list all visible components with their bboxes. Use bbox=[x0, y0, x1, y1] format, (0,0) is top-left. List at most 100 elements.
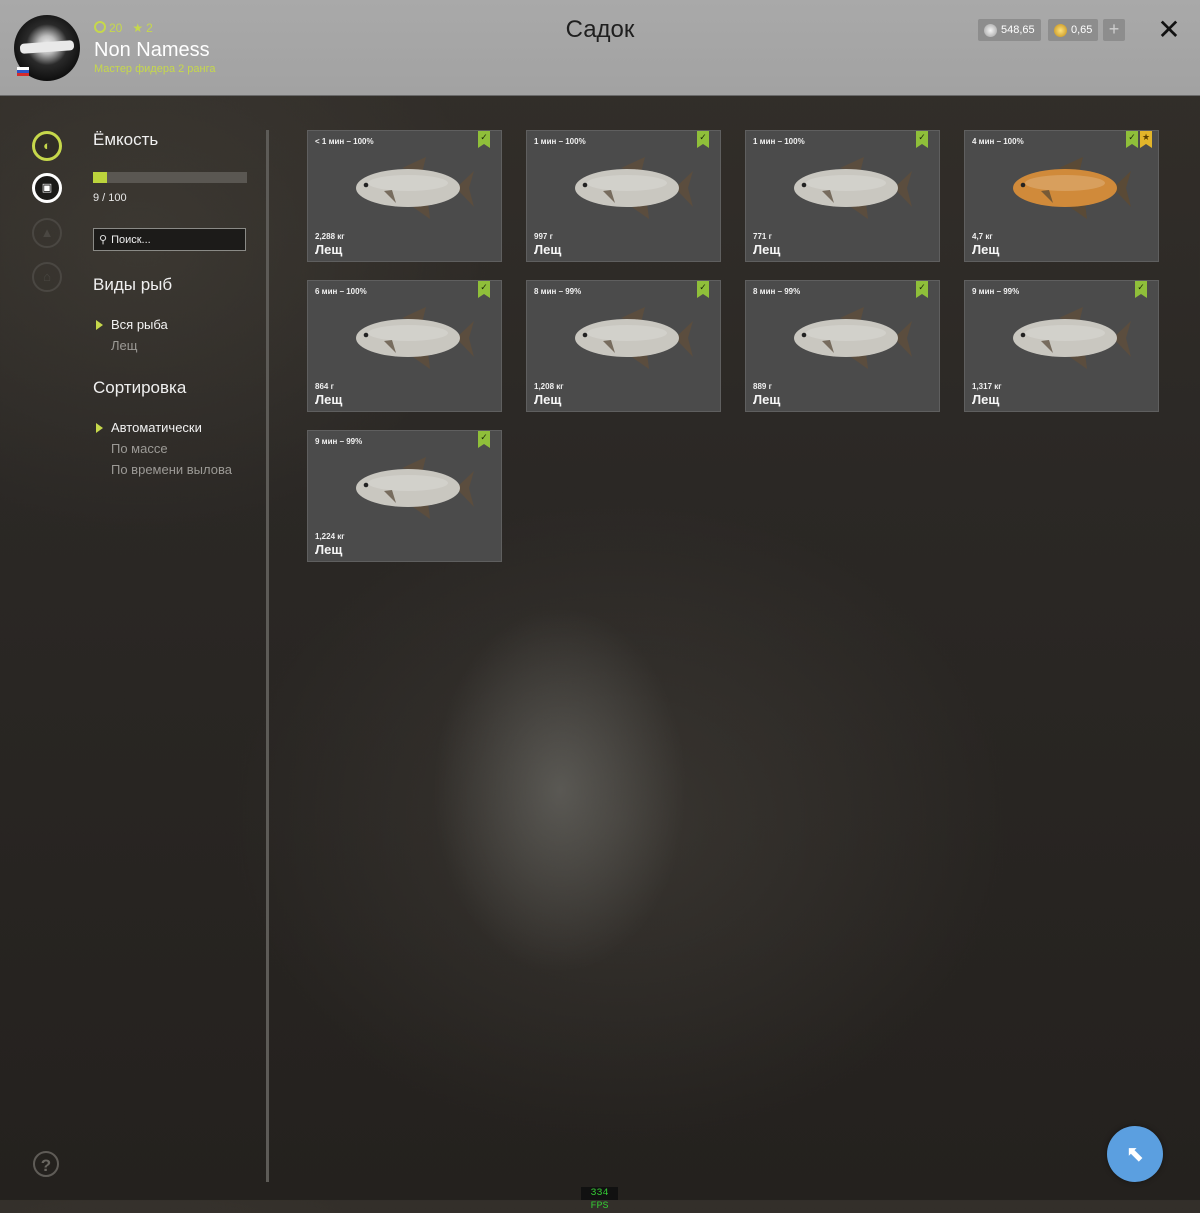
fish-name: Лещ bbox=[534, 242, 562, 257]
fish-weight: 771 г bbox=[753, 232, 772, 241]
silver-value: 548,65 bbox=[1001, 24, 1035, 36]
russia-flag-icon bbox=[17, 67, 29, 76]
gold-coin-icon bbox=[1054, 23, 1067, 37]
fish-name: Лещ bbox=[315, 242, 343, 257]
fish-weight: 889 г bbox=[753, 382, 772, 391]
fish-name: Лещ bbox=[315, 542, 343, 557]
fish-catch-time: 1 мин – 100% bbox=[534, 137, 586, 146]
fish-card[interactable]: < 1 мин – 100% 2,288 кг Лещ ✓ bbox=[307, 130, 502, 262]
close-button[interactable]: ✕ bbox=[1156, 16, 1182, 44]
check-icon: ✓ bbox=[918, 282, 926, 292]
trophy-badge: ★ bbox=[1140, 131, 1152, 148]
fish-catch-time: 9 мин – 99% bbox=[972, 287, 1020, 296]
check-icon: ✓ bbox=[699, 132, 707, 142]
bream-fish-image bbox=[356, 157, 474, 219]
check-icon: ✓ bbox=[480, 432, 488, 442]
rail-home-button[interactable]: ⌂ bbox=[32, 262, 62, 292]
fish-catch-time: 8 мин – 99% bbox=[534, 287, 582, 296]
fish-catch-time: 1 мин – 100% bbox=[753, 137, 805, 146]
fish-weight: 1,208 кг bbox=[534, 382, 564, 391]
silver-coin-icon bbox=[984, 23, 997, 37]
bream-fish-image bbox=[356, 307, 474, 369]
fish-name: Лещ bbox=[534, 392, 562, 407]
bream-fish-image bbox=[794, 307, 912, 369]
released-badge: ✓ bbox=[478, 131, 490, 148]
bream-fish-image bbox=[1013, 307, 1131, 369]
box-icon: ▣ bbox=[41, 182, 53, 194]
fish-card[interactable]: 8 мин – 99% 1,208 кг Лещ ✓ bbox=[526, 280, 721, 412]
bream-fish-image bbox=[1013, 157, 1131, 219]
capacity-progress-bar bbox=[93, 172, 247, 183]
help-button[interactable]: ? bbox=[33, 1151, 59, 1177]
capacity-title: Ёмкость bbox=[93, 130, 159, 149]
species-option-all[interactable]: Вся рыба bbox=[96, 317, 168, 332]
gold-value: 0,65 bbox=[1071, 24, 1093, 36]
fish-catch-time: < 1 мин – 100% bbox=[315, 137, 374, 146]
sort-title: Сортировка bbox=[93, 378, 187, 397]
released-badge: ✓ bbox=[697, 131, 709, 148]
check-icon: ✓ bbox=[699, 282, 707, 292]
fish-card[interactable]: 6 мин – 100% 864 г Лещ ✓ bbox=[307, 280, 502, 412]
sidebar-divider bbox=[266, 130, 269, 1182]
fish-catch-time: 6 мин – 100% bbox=[315, 287, 367, 296]
released-badge: ✓ bbox=[916, 131, 928, 148]
rail-camp-button[interactable]: ▲ bbox=[32, 218, 62, 248]
bream-fish-image bbox=[356, 457, 474, 519]
fish-catch-time: 8 мин – 99% bbox=[753, 287, 801, 296]
check-icon: ✓ bbox=[480, 282, 488, 292]
cursor-mode-button[interactable]: ⬉ bbox=[1107, 1126, 1163, 1182]
rail-storage-button[interactable]: ▣ bbox=[32, 173, 62, 203]
fish-weight: 1,224 кг bbox=[315, 532, 345, 541]
star-icon: ★ bbox=[1141, 132, 1151, 142]
check-icon: ✓ bbox=[1128, 132, 1136, 142]
released-badge: ✓ bbox=[1135, 281, 1147, 298]
add-currency-button[interactable]: + bbox=[1103, 19, 1125, 41]
rail-keepnet-button[interactable]: ◐ bbox=[32, 131, 62, 161]
fish-card[interactable]: 8 мин – 99% 889 г Лещ ✓ bbox=[745, 280, 940, 412]
fish-name: Лещ bbox=[753, 392, 781, 407]
bream-fish-image bbox=[575, 157, 693, 219]
fish-catch-time: 4 мин – 100% bbox=[972, 137, 1024, 146]
released-badge: ✓ bbox=[478, 281, 490, 298]
gold-balance: 0,65 bbox=[1048, 19, 1099, 41]
fish-name: Лещ bbox=[315, 392, 343, 407]
fish-card[interactable]: 1 мин – 100% 997 г Лещ ✓ bbox=[526, 130, 721, 262]
fish-name: Лещ bbox=[972, 392, 1000, 407]
home-icon: ⌂ bbox=[43, 269, 51, 284]
sort-option-auto[interactable]: Автоматически bbox=[96, 420, 202, 435]
fish-name: Лещ bbox=[753, 242, 781, 257]
fish-weight: 2,288 кг bbox=[315, 232, 345, 241]
released-badge: ✓ bbox=[916, 281, 928, 298]
player-rank: Мастер фидера 2 ранга bbox=[94, 63, 216, 75]
capacity-count: 9 / 100 bbox=[93, 192, 127, 204]
check-icon: ✓ bbox=[1137, 282, 1145, 292]
fish-catch-time: 9 мин – 99% bbox=[315, 437, 363, 446]
sort-option-weight[interactable]: По массе bbox=[111, 441, 168, 456]
fish-weight: 997 г bbox=[534, 232, 553, 241]
species-option-bream[interactable]: Лещ bbox=[111, 338, 137, 353]
fish-weight: 1,317 кг bbox=[972, 382, 1002, 391]
fish-weight: 864 г bbox=[315, 382, 334, 391]
fish-name: Лещ bbox=[972, 242, 1000, 257]
bream-fish-image bbox=[575, 307, 693, 369]
fish-card[interactable]: 9 мин – 99% 1,317 кг Лещ ✓ bbox=[964, 280, 1159, 412]
fish-weight: 4,7 кг bbox=[972, 232, 993, 241]
search-icon: ⚲ bbox=[99, 234, 108, 246]
bream-fish-image bbox=[794, 157, 912, 219]
fish-icon: ◐ bbox=[43, 138, 51, 153]
species-title: Виды рыб bbox=[93, 275, 173, 294]
released-badge: ✓ bbox=[478, 431, 490, 448]
fish-card[interactable]: 1 мин – 100% 771 г Лещ ✓ bbox=[745, 130, 940, 262]
top-bar: 20 ★ 2 Non Namess Мастер фидера 2 ранга С… bbox=[0, 0, 1200, 96]
search-box[interactable]: ⚲ bbox=[93, 228, 246, 251]
sort-option-time[interactable]: По времени вылова bbox=[111, 462, 232, 477]
silver-balance: 548,65 bbox=[978, 19, 1041, 41]
released-badge: ✓ bbox=[697, 281, 709, 298]
fish-card[interactable]: 9 мин – 99% 1,224 кг Лещ ✓ bbox=[307, 430, 502, 562]
search-input[interactable] bbox=[111, 233, 237, 246]
fps-counter: 334 FPS bbox=[581, 1187, 618, 1212]
fish-card[interactable]: 4 мин – 100% 4,7 кг Лещ ✓ ★ bbox=[964, 130, 1159, 262]
check-icon: ✓ bbox=[918, 132, 926, 142]
released-badge: ✓ bbox=[1126, 131, 1138, 148]
capacity-progress-fill bbox=[93, 172, 107, 183]
